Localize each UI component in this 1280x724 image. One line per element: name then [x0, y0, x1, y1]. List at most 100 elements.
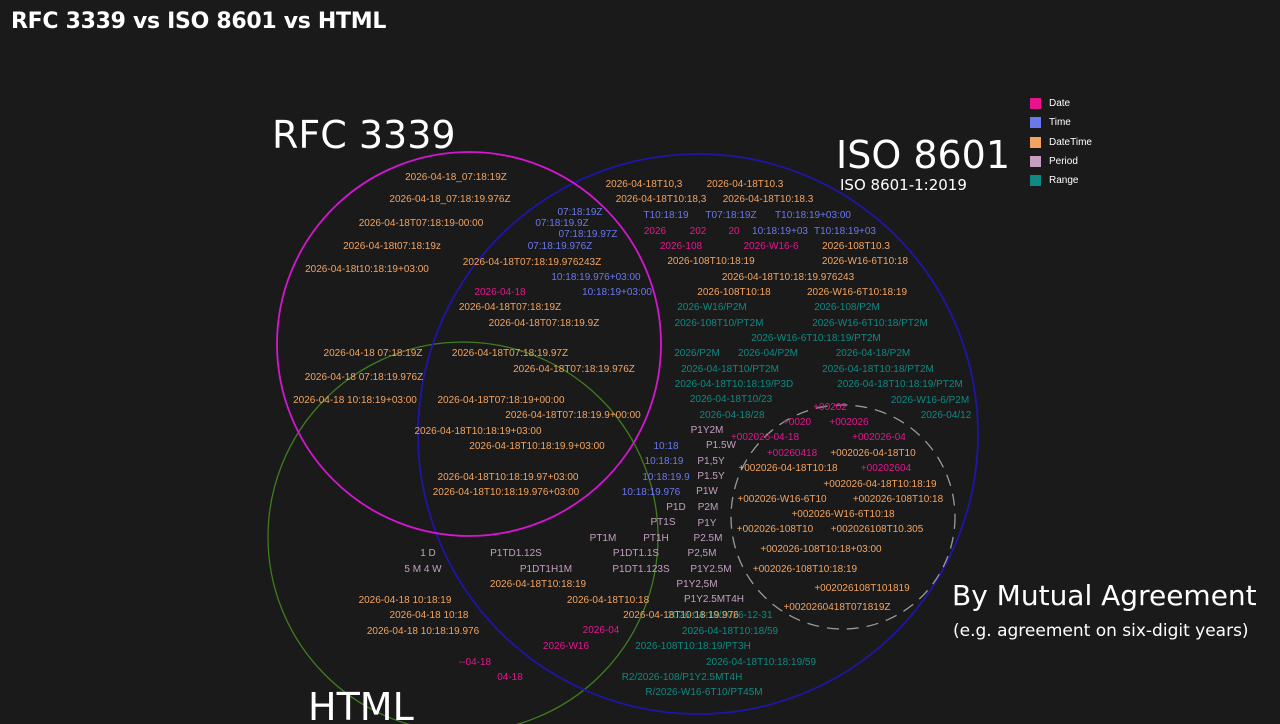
format-example-datetime: 2026-04-18T10,3 [606, 179, 683, 190]
format-example-datetime: 2026-04-18 10:18 [390, 610, 469, 621]
format-example-datetime: +002026-W16-6T10 [737, 494, 827, 505]
format-example-time: T10:18:19+03 [814, 226, 876, 237]
iso8601-set-label: ISO 8601 [836, 133, 1010, 177]
format-example-datetime: 2026-04-18T10:18:19 [490, 579, 587, 590]
format-example-time: 10:18:19+03 [752, 226, 808, 237]
format-example-range: 2026-04-18T10:18/59 [682, 626, 779, 637]
format-example-datetime: 2026-04-18 07:18:19Z [324, 348, 423, 359]
format-example-period: P2M [698, 502, 719, 513]
format-example-period: PT1M [590, 533, 617, 544]
legend-swatch-time [1030, 117, 1041, 129]
format-example-period: P1Y2.5M [690, 564, 731, 575]
format-example-datetime: +002026-108T10 [737, 524, 814, 535]
format-example-datetime: 2026-04-18T10.3 [707, 179, 784, 190]
format-examples: 2026-04-18_07:18:19Z 2026-04-18_07:18:19.… [293, 172, 972, 698]
format-example-range: 2026-04/P2M [738, 348, 798, 359]
format-example-datetime: 2026-04-18t10:18:19+03:00 [305, 264, 429, 275]
format-example-range: 2026-108/P2M [814, 302, 880, 313]
format-example-period: P1Y2.5MT4H [684, 594, 744, 605]
format-example-datetime: 2026-04-18 10:18:19.976 [367, 626, 480, 637]
format-example-datetime: 2026-04-18T07:18:19.9+00:00 [505, 410, 641, 421]
format-example-datetime: 2026-W16-6T10:18:19 [807, 287, 908, 298]
legend-swatch-date [1030, 98, 1041, 110]
format-example-range: 2026-108T10/PT2M [675, 318, 764, 329]
format-example-datetime: 2026-04-18 10:18:19+03:00 [293, 395, 417, 406]
format-example-datetime: +002026-108T10:18+03:00 [760, 544, 882, 555]
format-example-datetime: 2026-04-18T07:18:19+00:00 [437, 395, 564, 406]
format-example-datetime: +002026-W16-6T10:18 [791, 509, 895, 520]
format-example-range: 2026/P2M [674, 348, 720, 359]
format-example-time: 07:18:19Z [557, 207, 602, 218]
format-example-date: +002026-04-18 [731, 432, 800, 443]
format-example-date: +002026 [829, 417, 869, 428]
format-example-date: 202 [690, 226, 707, 237]
format-example-datetime: 2026-108T10:18:19 [667, 256, 755, 267]
format-example-range: 2026-04-18T10/PT2M [681, 364, 779, 375]
legend-item-time: Time [1030, 113, 1092, 132]
format-example-datetime: 2026-108T10:18 [697, 287, 771, 298]
format-example-range: 2026-04-18T10/23 [690, 394, 773, 405]
format-example-date: 04-18 [497, 672, 523, 683]
format-example-datetime: 2026-04-18T10:18,3 [616, 194, 707, 205]
format-example-range: R2/2026-108/P1Y2.5MT4H [622, 672, 743, 683]
format-example-datetime: 2026-04-18T07:18:19.9Z [489, 318, 600, 329]
format-example-period: P1TD1.12S [490, 548, 542, 559]
format-example-datetime: +002026-04-18T10 [830, 448, 916, 459]
format-example-datetime: 2026-04-18T10:18:19.97+03:00 [438, 472, 579, 483]
format-example-period: PT1H [643, 533, 669, 544]
format-example-range: 2026-04-18T10:18:19/PT2M [837, 379, 963, 390]
format-example-period: PT1S [650, 517, 675, 528]
format-example-datetime: 2026-04-18T07:18:19.976243Z [463, 257, 601, 268]
format-example-time: 07:18:19.9Z [535, 218, 588, 229]
legend-swatch-range [1030, 175, 1041, 187]
format-example-date: +00260418 [767, 448, 818, 459]
format-example-datetime: 2026-04-18T07:18:19.97Z [452, 348, 568, 359]
format-example-datetime: +0020260418T071819Z [783, 602, 890, 613]
format-example-range: 2026-W16-6/P2M [891, 395, 969, 406]
format-example-range: 2026-W16-6T10:18:19/PT2M [751, 333, 881, 344]
format-example-datetime: +002026-04-18T10:18 [738, 463, 838, 474]
format-example-period: P1W [696, 486, 718, 497]
format-example-period: P2.5M [694, 533, 723, 544]
format-example-date: +002026-04 [852, 432, 906, 443]
format-example-date: +00202 [813, 402, 847, 413]
mutual-agreement-set-label: By Mutual Agreement [952, 579, 1257, 612]
format-example-datetime: 2026-04-18T10:18:19.976 [623, 610, 739, 621]
format-example-range: 2026-W16-6T10:18/PT2M [812, 318, 928, 329]
format-example-range: 2026-108T10:18:19/PT3H [635, 641, 751, 652]
format-example-period: P1.5Y [697, 471, 725, 482]
legend-item-period: Period [1030, 152, 1092, 171]
format-example-datetime: 2026-04-18T07:18:19.976Z [513, 364, 635, 375]
format-example-datetime: 2026-04-18T10:18.3 [723, 194, 814, 205]
format-example-datetime: +002026108T101819 [814, 583, 910, 594]
format-example-period: P1Y [698, 518, 717, 529]
format-example-date: +00202604 [861, 463, 912, 474]
format-example-period: P2,5M [688, 548, 717, 559]
legend-swatch-period [1030, 156, 1041, 168]
format-example-date: 2026-108 [660, 241, 703, 252]
format-example-time: T07:18:19Z [705, 210, 756, 221]
legend-label: DateTime [1049, 136, 1092, 148]
format-example-datetime: 2026-04-18T10:18:19+03:00 [414, 426, 541, 437]
format-example-datetime: +002026-108T10:18 [853, 494, 944, 505]
format-example-range: 2026-04-18T10:18/PT2M [822, 364, 934, 375]
format-example-period: 5 M 4 W [404, 564, 442, 575]
format-example-date: 2026-W16-6 [743, 241, 798, 252]
format-example-range: 2026-04-18/P2M [836, 348, 911, 359]
legend-label: Range [1049, 175, 1079, 187]
format-example-datetime: 2026-108T10.3 [822, 241, 890, 252]
format-example-time: 10:18 [653, 441, 678, 452]
format-example-time: 07:18:19.976Z [528, 241, 593, 252]
format-example-date: --04-18 [459, 657, 492, 668]
mutual-agreement-set-subtitle: (e.g. agreement on six-digit years) [953, 621, 1249, 641]
legend-item-datetime: DateTime [1030, 133, 1092, 152]
format-example-period: P1Y2M [691, 425, 724, 436]
format-example-period: P1DT1.1S [613, 548, 659, 559]
format-example-datetime: 2026-04-18T10:18:19.9+03:00 [469, 441, 605, 452]
format-example-datetime: +002026108T10.305 [831, 524, 924, 535]
format-example-datetime: +002026-04-18T10:18:19 [823, 479, 937, 490]
html-set-label: HTML [308, 685, 414, 724]
legend-item-range: Range [1030, 171, 1092, 190]
iso8601-set-subtitle: ISO 8601-1:2019 [840, 176, 967, 194]
legend-item-date: Date [1030, 94, 1092, 113]
